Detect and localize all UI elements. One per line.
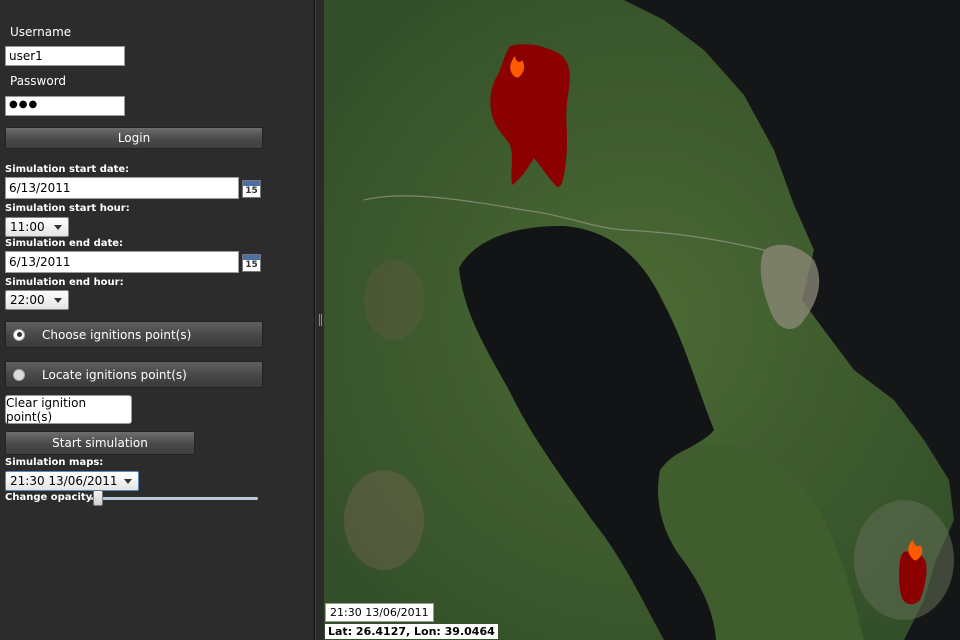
end-date-label: Simulation end date: xyxy=(5,238,124,249)
opacity-slider-track[interactable] xyxy=(90,497,258,500)
map-coordinates: Lat: 26.4127, Lon: 39.0464 xyxy=(325,624,498,639)
locate-ignition-option[interactable]: Locate ignitions point(s) xyxy=(5,361,263,388)
control-panel: Username user1 Password ●●● Login Simula… xyxy=(0,0,315,640)
locate-ignition-label: Locate ignitions point(s) xyxy=(42,367,187,382)
simulation-maps-select[interactable]: 21:30 13/06/2011 xyxy=(5,471,139,491)
opacity-label: Change opacity xyxy=(5,492,93,503)
clear-ignition-button[interactable]: Clear ignition point(s) xyxy=(5,395,132,424)
chevron-down-icon xyxy=(54,298,62,303)
password-label: Password xyxy=(10,74,67,88)
simulation-maps-value: 21:30 13/06/2011 xyxy=(10,474,118,488)
calendar-day: 15 xyxy=(245,186,258,196)
radio-unselected-icon[interactable] xyxy=(13,368,25,381)
map-canvas[interactable] xyxy=(324,0,960,640)
start-date-label: Simulation start date: xyxy=(5,164,130,175)
map-timestamp: 21:30 13/06/2011 xyxy=(325,603,434,622)
satellite-map[interactable] xyxy=(324,0,960,640)
calendar-icon[interactable]: 15 xyxy=(242,254,261,272)
login-button[interactable]: Login xyxy=(5,127,263,149)
start-date-input[interactable]: 6/13/2011 xyxy=(5,177,239,199)
end-hour-label: Simulation end hour: xyxy=(5,277,124,288)
password-input[interactable]: ●●● xyxy=(5,96,125,116)
choose-ignition-label: Choose ignitions point(s) xyxy=(42,327,192,342)
end-hour-select[interactable]: 22:00 xyxy=(5,290,69,310)
splitter-grip-icon[interactable] xyxy=(319,314,322,326)
start-hour-select[interactable]: 11:00 xyxy=(5,217,69,237)
start-hour-label: Simulation start hour: xyxy=(5,203,130,214)
chevron-down-icon xyxy=(124,479,132,484)
radio-selected-icon[interactable] xyxy=(13,328,25,341)
username-input[interactable]: user1 xyxy=(5,46,125,66)
start-hour-value: 11:00 xyxy=(10,220,45,234)
calendar-icon[interactable]: 15 xyxy=(242,180,261,198)
start-simulation-button[interactable]: Start simulation xyxy=(5,431,195,455)
choose-ignition-option[interactable]: Choose ignitions point(s) xyxy=(5,321,263,348)
end-date-input[interactable]: 6/13/2011 xyxy=(5,251,239,273)
mountain-area xyxy=(364,260,424,340)
simulation-maps-label: Simulation maps: xyxy=(5,457,104,468)
chevron-down-icon xyxy=(54,225,62,230)
mountain-area xyxy=(344,470,424,570)
end-hour-value: 22:00 xyxy=(10,293,45,307)
username-label: Username xyxy=(10,25,72,39)
calendar-day: 15 xyxy=(245,260,258,270)
opacity-slider-thumb[interactable] xyxy=(93,490,104,506)
